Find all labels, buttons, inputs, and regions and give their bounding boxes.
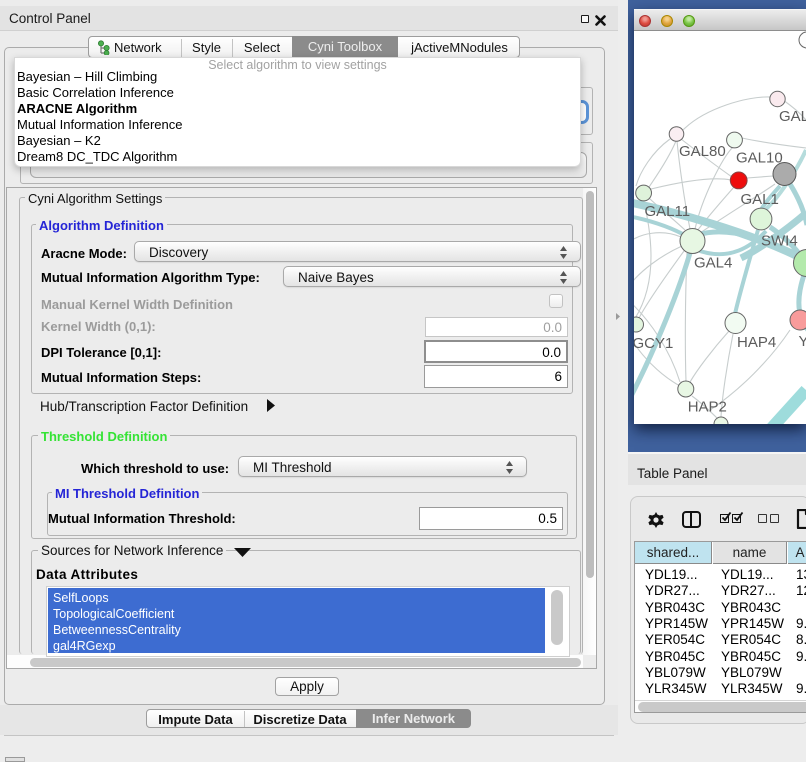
svg-text:HAP4: HAP4 [737, 334, 776, 351]
svg-text:GCY1: GCY1 [634, 335, 673, 352]
svg-text:YM: YM [799, 333, 806, 350]
svg-text:GAL11: GAL11 [645, 203, 691, 220]
svg-text:HAP2: HAP2 [688, 399, 727, 416]
svg-text:GAL4: GAL4 [694, 255, 732, 272]
svg-text:SWI4: SWI4 [761, 233, 798, 250]
svg-text:GAL2: GAL2 [779, 108, 806, 125]
svg-text:GAL10: GAL10 [736, 150, 783, 167]
svg-text:GAL80: GAL80 [679, 143, 726, 160]
svg-text:GAL1: GAL1 [741, 191, 779, 208]
